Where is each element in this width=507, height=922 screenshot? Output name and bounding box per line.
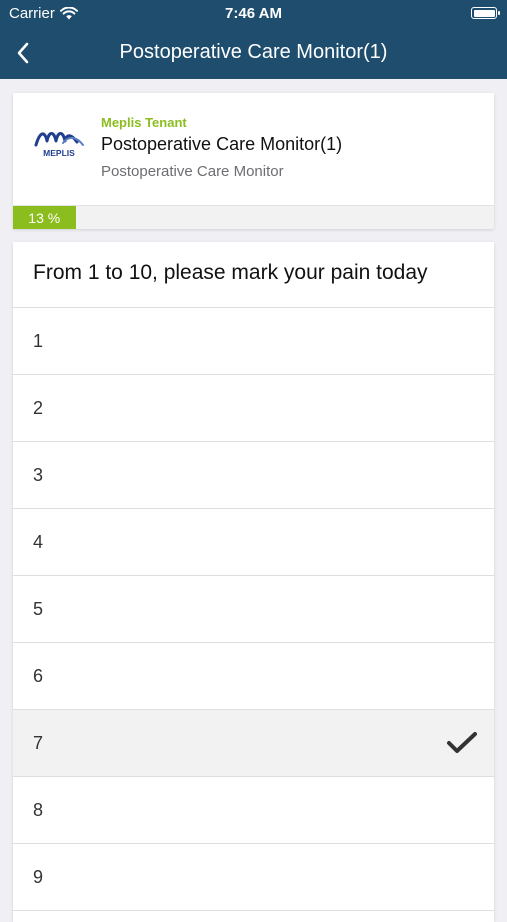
answer-option[interactable]: 8 [13,777,494,844]
question-panel: From 1 to 10, please mark your pain toda… [13,242,494,922]
survey-card: MEPLIS Meplis Tenant Postoperative Care … [13,93,494,229]
back-button[interactable] [6,36,40,70]
answer-option[interactable]: 6 [13,643,494,710]
answer-option[interactable]: 5 [13,576,494,643]
answer-option-label: 3 [33,464,44,485]
answer-option-label: 8 [33,799,44,820]
answer-option[interactable]: 1 [13,308,494,375]
tenant-name: Meplis Tenant [101,115,187,130]
answer-option-label: 7 [33,732,44,753]
battery-icon [471,7,500,19]
answer-option[interactable]: 3 [13,442,494,509]
svg-text:MEPLIS: MEPLIS [43,148,75,158]
survey-title: Postoperative Care Monitor(1) [101,134,343,154]
progress-label: 13 % [28,209,61,226]
answer-option-label: 6 [33,665,44,686]
answer-option-label: 2 [33,397,44,418]
answer-option-label: 1 [33,330,44,351]
progress-track: 13 % [13,205,494,229]
answer-option[interactable]: 7 [13,710,494,777]
answer-option[interactable]: 2 [13,375,494,442]
answer-option[interactable]: 4 [13,509,494,576]
status-bar: Carrier 7:46 AM [0,0,507,28]
answer-option-label: 5 [33,598,44,619]
checkmark-icon [447,732,477,753]
answer-option[interactable]: 9 [13,844,494,911]
answer-options: 1 2 3 4 5 6 7 8 9 [13,308,494,911]
progress-bar: 13 % [13,206,76,229]
answer-option-label: 4 [33,531,44,552]
clock: 7:46 AM [225,5,282,22]
survey-subtitle: Postoperative Care Monitor [101,163,284,180]
question-text: From 1 to 10, please mark your pain toda… [13,242,494,308]
answer-option-label: 9 [33,866,44,887]
chevron-left-icon [17,42,29,64]
navigation-bar: Postoperative Care Monitor(1) [0,28,507,79]
meplis-logo: MEPLIS [34,132,84,158]
nav-title: Postoperative Care Monitor(1) [119,41,388,63]
